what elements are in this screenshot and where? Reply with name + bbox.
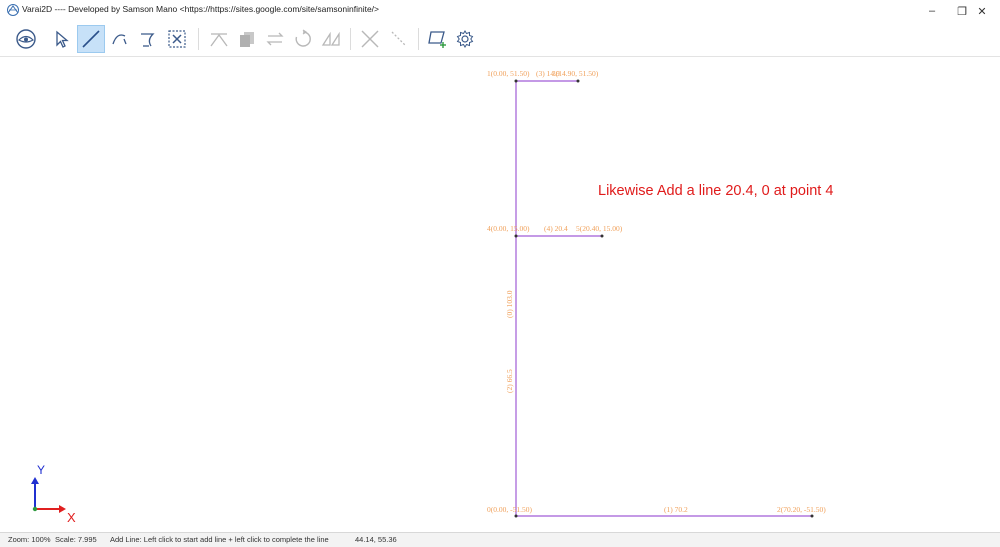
cursor-coords: 44.14, 55.36 xyxy=(355,535,397,544)
x-axis-label: X xyxy=(67,510,76,525)
view-tool-button[interactable] xyxy=(12,25,40,53)
mode-status: Add Line: Left click to start add line +… xyxy=(110,535,329,544)
point-2[interactable] xyxy=(810,514,814,518)
point-0[interactable] xyxy=(514,514,518,518)
mirror-icon xyxy=(266,32,284,46)
point-label-0: 0(0.00, -51.50) xyxy=(487,505,532,514)
add-arc-tool-button[interactable] xyxy=(106,25,134,53)
y-axis-arrowhead xyxy=(31,477,39,484)
point-1[interactable] xyxy=(514,79,518,83)
status-bar: Zoom: 100% Scale: 7.995 Add Line: Left c… xyxy=(0,532,1000,547)
select-tool-button[interactable] xyxy=(48,25,76,53)
origin-dot xyxy=(32,506,38,512)
erase-tool-button[interactable] xyxy=(385,25,413,53)
toolbar xyxy=(0,22,1000,57)
scale-status: Scale: 7.995 xyxy=(55,535,97,544)
add-line-tool-button[interactable] xyxy=(77,25,105,53)
title-bar: Varai2D ---- Developed by Samson Mano <h… xyxy=(0,0,1000,22)
point-label-4: 4(0.00, 15.00) xyxy=(487,224,530,233)
add-curve-tool-button[interactable] xyxy=(134,25,162,53)
zoom-status: Zoom: 100% xyxy=(8,535,51,544)
trim-icon xyxy=(210,33,228,47)
line-label-2: (2) 66.5 xyxy=(505,369,514,393)
line-label-4: (4) 20.4 xyxy=(544,224,568,233)
curve-icon xyxy=(141,33,155,47)
point-label-3: 3(14.90, 51.50) xyxy=(552,69,599,78)
gear-icon xyxy=(456,30,474,48)
trim-tool-button[interactable] xyxy=(205,25,233,53)
toolbar-separator xyxy=(198,28,199,50)
rotate-icon xyxy=(295,29,311,47)
point-3[interactable] xyxy=(576,79,580,83)
app-icon xyxy=(7,4,19,16)
point-5[interactable] xyxy=(600,234,604,238)
line-icon xyxy=(82,30,100,48)
eye-circle-icon xyxy=(16,29,36,49)
point-label-1: 1(0.00, 51.50) xyxy=(487,69,530,78)
line-label-0: (0) 103.0 xyxy=(505,290,514,318)
instruction-annotation: Likewise Add a line 20.4, 0 at point 4 xyxy=(598,183,834,199)
copy-icon xyxy=(240,32,254,47)
select-box-tool-button[interactable] xyxy=(163,25,191,53)
region-add-icon xyxy=(428,31,446,48)
toolbar-separator xyxy=(350,28,351,50)
point-4[interactable] xyxy=(514,234,518,238)
mirror-tool-button[interactable] xyxy=(261,25,289,53)
x-axis-arrowhead xyxy=(59,505,66,513)
add-region-tool-button[interactable] xyxy=(423,25,451,53)
copy-tool-button[interactable] xyxy=(233,25,261,53)
erase-icon xyxy=(391,31,407,47)
delete-x-icon xyxy=(361,30,379,48)
box-select-icon xyxy=(168,30,186,48)
scale-tool-button[interactable] xyxy=(317,25,345,53)
window-title: Varai2D ---- Developed by Samson Mano <h… xyxy=(22,4,380,14)
line-label-1: (1) 70.2 xyxy=(664,505,688,514)
drawing-area[interactable]: 1(0.00, 51.50) (3) 14.9 3(14.90, 51.50) … xyxy=(0,57,1000,532)
axis-gizmo: X Y xyxy=(31,463,76,525)
y-axis-label: Y xyxy=(37,463,45,477)
arc-icon xyxy=(112,34,127,45)
settings-tool-button[interactable] xyxy=(451,25,479,53)
point-label-5: 5(20.40, 15.00) xyxy=(576,224,623,233)
drawing-canvas[interactable]: 1(0.00, 51.50) (3) 14.9 3(14.90, 51.50) … xyxy=(0,57,1000,532)
rotate-tool-button[interactable] xyxy=(289,25,317,53)
close-button[interactable]: ✕ xyxy=(964,0,1000,22)
pointer-icon xyxy=(56,30,69,48)
point-label-2: 2(70.20, -51.50) xyxy=(777,505,826,514)
toolbar-separator xyxy=(418,28,419,50)
scale-icon xyxy=(321,31,340,46)
delete-tool-button[interactable] xyxy=(356,25,384,53)
